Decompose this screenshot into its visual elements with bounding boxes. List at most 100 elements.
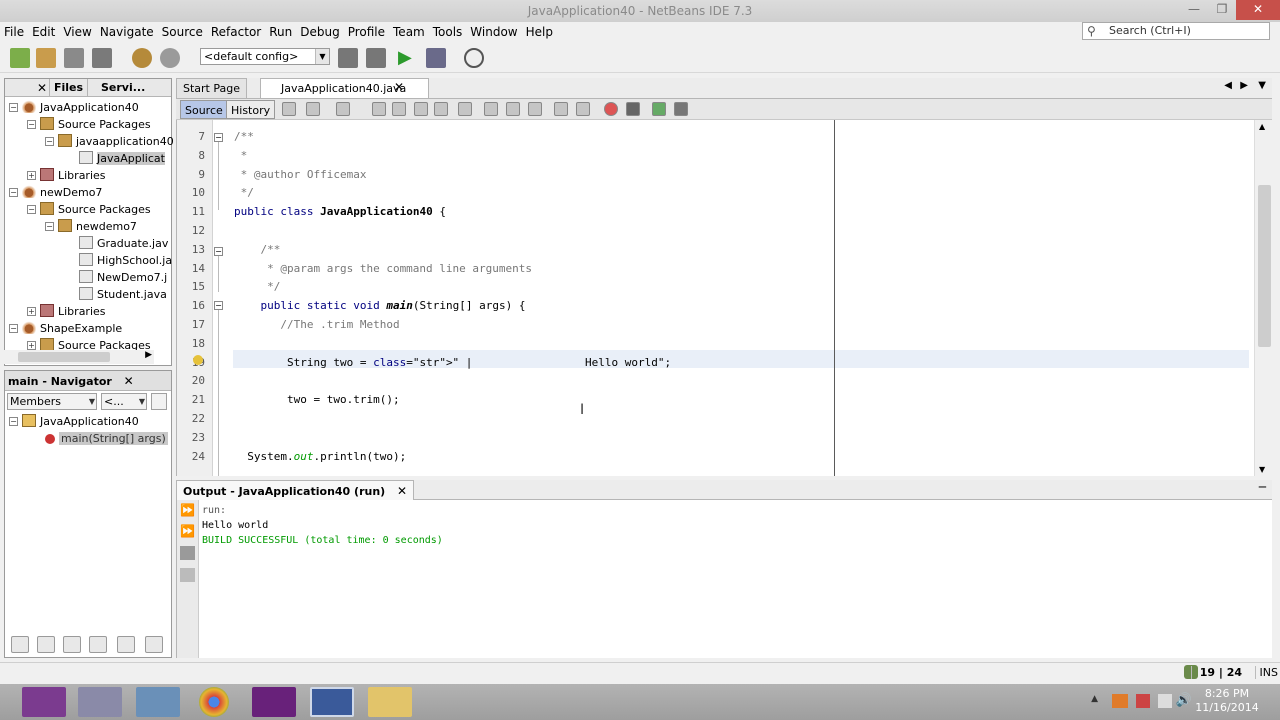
- tree-item[interactable]: NewDemo7.j: [79, 269, 167, 286]
- onenote-icon[interactable]: [22, 687, 66, 717]
- chevron-up-icon[interactable]: ▲: [1259, 122, 1265, 131]
- menu-navigate[interactable]: Navigate: [96, 22, 158, 42]
- tree-item[interactable]: − Source Packages: [27, 201, 151, 218]
- scrollbar-thumb[interactable]: [18, 352, 110, 362]
- clean-build-icon[interactable]: [366, 48, 386, 68]
- find-next-icon[interactable]: [414, 102, 428, 116]
- tree-item[interactable]: − ShapeExample: [9, 320, 122, 337]
- tree-item[interactable]: − javaapplication40: [45, 133, 174, 150]
- file-explorer-icon[interactable]: [368, 687, 412, 717]
- code-editor[interactable]: 789101112131415161718192021222324 − − − …: [176, 120, 1272, 476]
- debug-icon[interactable]: [426, 48, 446, 68]
- code-line[interactable]: two = two.trim();: [234, 391, 400, 409]
- toggle-highlight-icon[interactable]: [434, 102, 448, 116]
- stop-icon[interactable]: [180, 546, 195, 560]
- rerun-icon[interactable]: ⏩: [180, 503, 195, 517]
- netbeans-icon[interactable]: [310, 687, 354, 717]
- redo-icon[interactable]: [160, 48, 180, 68]
- fold-toggle-icon[interactable]: −: [214, 247, 223, 256]
- tab-start-page[interactable]: Start Page: [176, 78, 247, 98]
- next-bookmark-icon[interactable]: [506, 102, 520, 116]
- tree-item[interactable]: − JavaApplication40: [9, 99, 139, 116]
- find-icon[interactable]: [372, 102, 386, 116]
- uncomment-icon[interactable]: [674, 102, 688, 116]
- code-line[interactable]: public static void main(String[] args) {: [234, 297, 526, 315]
- code-line[interactable]: *: [234, 147, 248, 165]
- code-line[interactable]: * @author Officemax: [234, 166, 367, 184]
- toolbar-icon-2[interactable]: [37, 636, 55, 653]
- menu-team[interactable]: Team: [389, 22, 429, 42]
- toolbar-icon-6[interactable]: [145, 636, 163, 653]
- code-line[interactable]: //The .trim Method: [234, 316, 399, 334]
- tree-item[interactable]: JavaApplicat: [79, 150, 165, 167]
- code-line[interactable]: */: [234, 184, 254, 202]
- toolbar-icon-5[interactable]: [117, 636, 135, 653]
- expand-icon[interactable]: +: [27, 307, 36, 316]
- menu-help[interactable]: Help: [522, 22, 557, 42]
- tree-item[interactable]: − newdemo7: [45, 218, 137, 235]
- toolbar-icon-1[interactable]: [11, 636, 29, 653]
- virtualbox-icon[interactable]: [136, 687, 180, 717]
- code-line[interactable]: public class JavaApplication40 {: [234, 203, 446, 221]
- code-line[interactable]: /**: [234, 128, 254, 146]
- run-icon[interactable]: ▶: [398, 48, 418, 68]
- menu-tools[interactable]: Tools: [429, 22, 467, 42]
- maximize-button[interactable]: ❐: [1208, 0, 1236, 20]
- tree-item[interactable]: + Libraries: [27, 303, 106, 320]
- shift-right-icon[interactable]: [576, 102, 590, 116]
- chevron-right-icon[interactable]: ▶: [1240, 80, 1248, 91]
- tab-files[interactable]: Files: [49, 79, 89, 97]
- stop-macro-icon[interactable]: [626, 102, 640, 116]
- save-all-icon[interactable]: [92, 48, 112, 68]
- code-line[interactable]: * @param args the command line arguments: [234, 260, 532, 278]
- find-previous-icon[interactable]: [392, 102, 406, 116]
- tree-item[interactable]: Student.java: [79, 286, 167, 303]
- collapse-icon[interactable]: −: [45, 137, 54, 146]
- menu-debug[interactable]: Debug: [296, 22, 343, 42]
- network-icon[interactable]: [1158, 694, 1172, 708]
- collapse-icon[interactable]: −: [27, 120, 36, 129]
- fold-toggle-icon[interactable]: −: [214, 133, 223, 142]
- collapse-icon[interactable]: −: [27, 205, 36, 214]
- start-macro-icon[interactable]: [604, 102, 618, 116]
- system-clock[interactable]: 8:26 PM 11/16/2014: [1192, 687, 1262, 715]
- code-line[interactable]: */: [234, 278, 280, 296]
- comment-icon[interactable]: [652, 102, 666, 116]
- previous-bookmark-icon[interactable]: [484, 102, 498, 116]
- close-icon[interactable]: ✕: [394, 80, 404, 94]
- menu-run[interactable]: Run: [265, 22, 296, 42]
- sort-select[interactable]: <... ▼: [101, 393, 147, 410]
- settings-icon[interactable]: [180, 568, 195, 582]
- volume-icon[interactable]: 🔊: [1176, 693, 1192, 708]
- collapse-icon[interactable]: −: [9, 417, 18, 426]
- last-edit-icon[interactable]: [282, 102, 296, 116]
- undo-icon[interactable]: [132, 48, 152, 68]
- chrome-icon[interactable]: [199, 687, 229, 717]
- tab-output[interactable]: Output - JavaApplication40 (run) ✕: [176, 480, 415, 500]
- toggle-bookmark-icon[interactable]: [528, 102, 542, 116]
- code-line[interactable]: System.out.println(two);: [234, 448, 406, 466]
- open-project-icon[interactable]: [64, 48, 84, 68]
- toggle-rect-selection-icon[interactable]: [458, 102, 472, 116]
- new-file-icon[interactable]: [10, 48, 30, 68]
- minimize-icon[interactable]: ─: [1259, 480, 1266, 494]
- forward-icon[interactable]: [336, 102, 350, 116]
- collapse-icon[interactable]: −: [9, 103, 18, 112]
- chevron-down-icon[interactable]: ▼: [1258, 80, 1266, 91]
- tree-item[interactable]: HighSchool.ja: [79, 252, 172, 269]
- code-line[interactable]: /**: [234, 241, 280, 259]
- close-icon[interactable]: ✕: [124, 374, 134, 388]
- menu-view[interactable]: View: [59, 22, 95, 42]
- collapse-icon[interactable]: −: [45, 222, 54, 231]
- collapse-icon[interactable]: −: [9, 324, 18, 333]
- config-select[interactable]: <default config> ▼: [200, 48, 330, 65]
- tree-item[interactable]: − newDemo7: [9, 184, 102, 201]
- toolbar-icon-3[interactable]: [63, 636, 81, 653]
- close-window-button[interactable]: ✕: [1236, 0, 1280, 20]
- navigator-root[interactable]: − JavaApplication40: [9, 413, 139, 430]
- visual-studio-icon[interactable]: [252, 687, 296, 717]
- members-filter-select[interactable]: Members ▼: [7, 393, 97, 410]
- chevron-down-icon[interactable]: ▼: [1259, 465, 1265, 474]
- editor-vertical-scrollbar[interactable]: ▲ ▼: [1254, 120, 1272, 476]
- rerun-different-icon[interactable]: ⏩: [180, 524, 195, 538]
